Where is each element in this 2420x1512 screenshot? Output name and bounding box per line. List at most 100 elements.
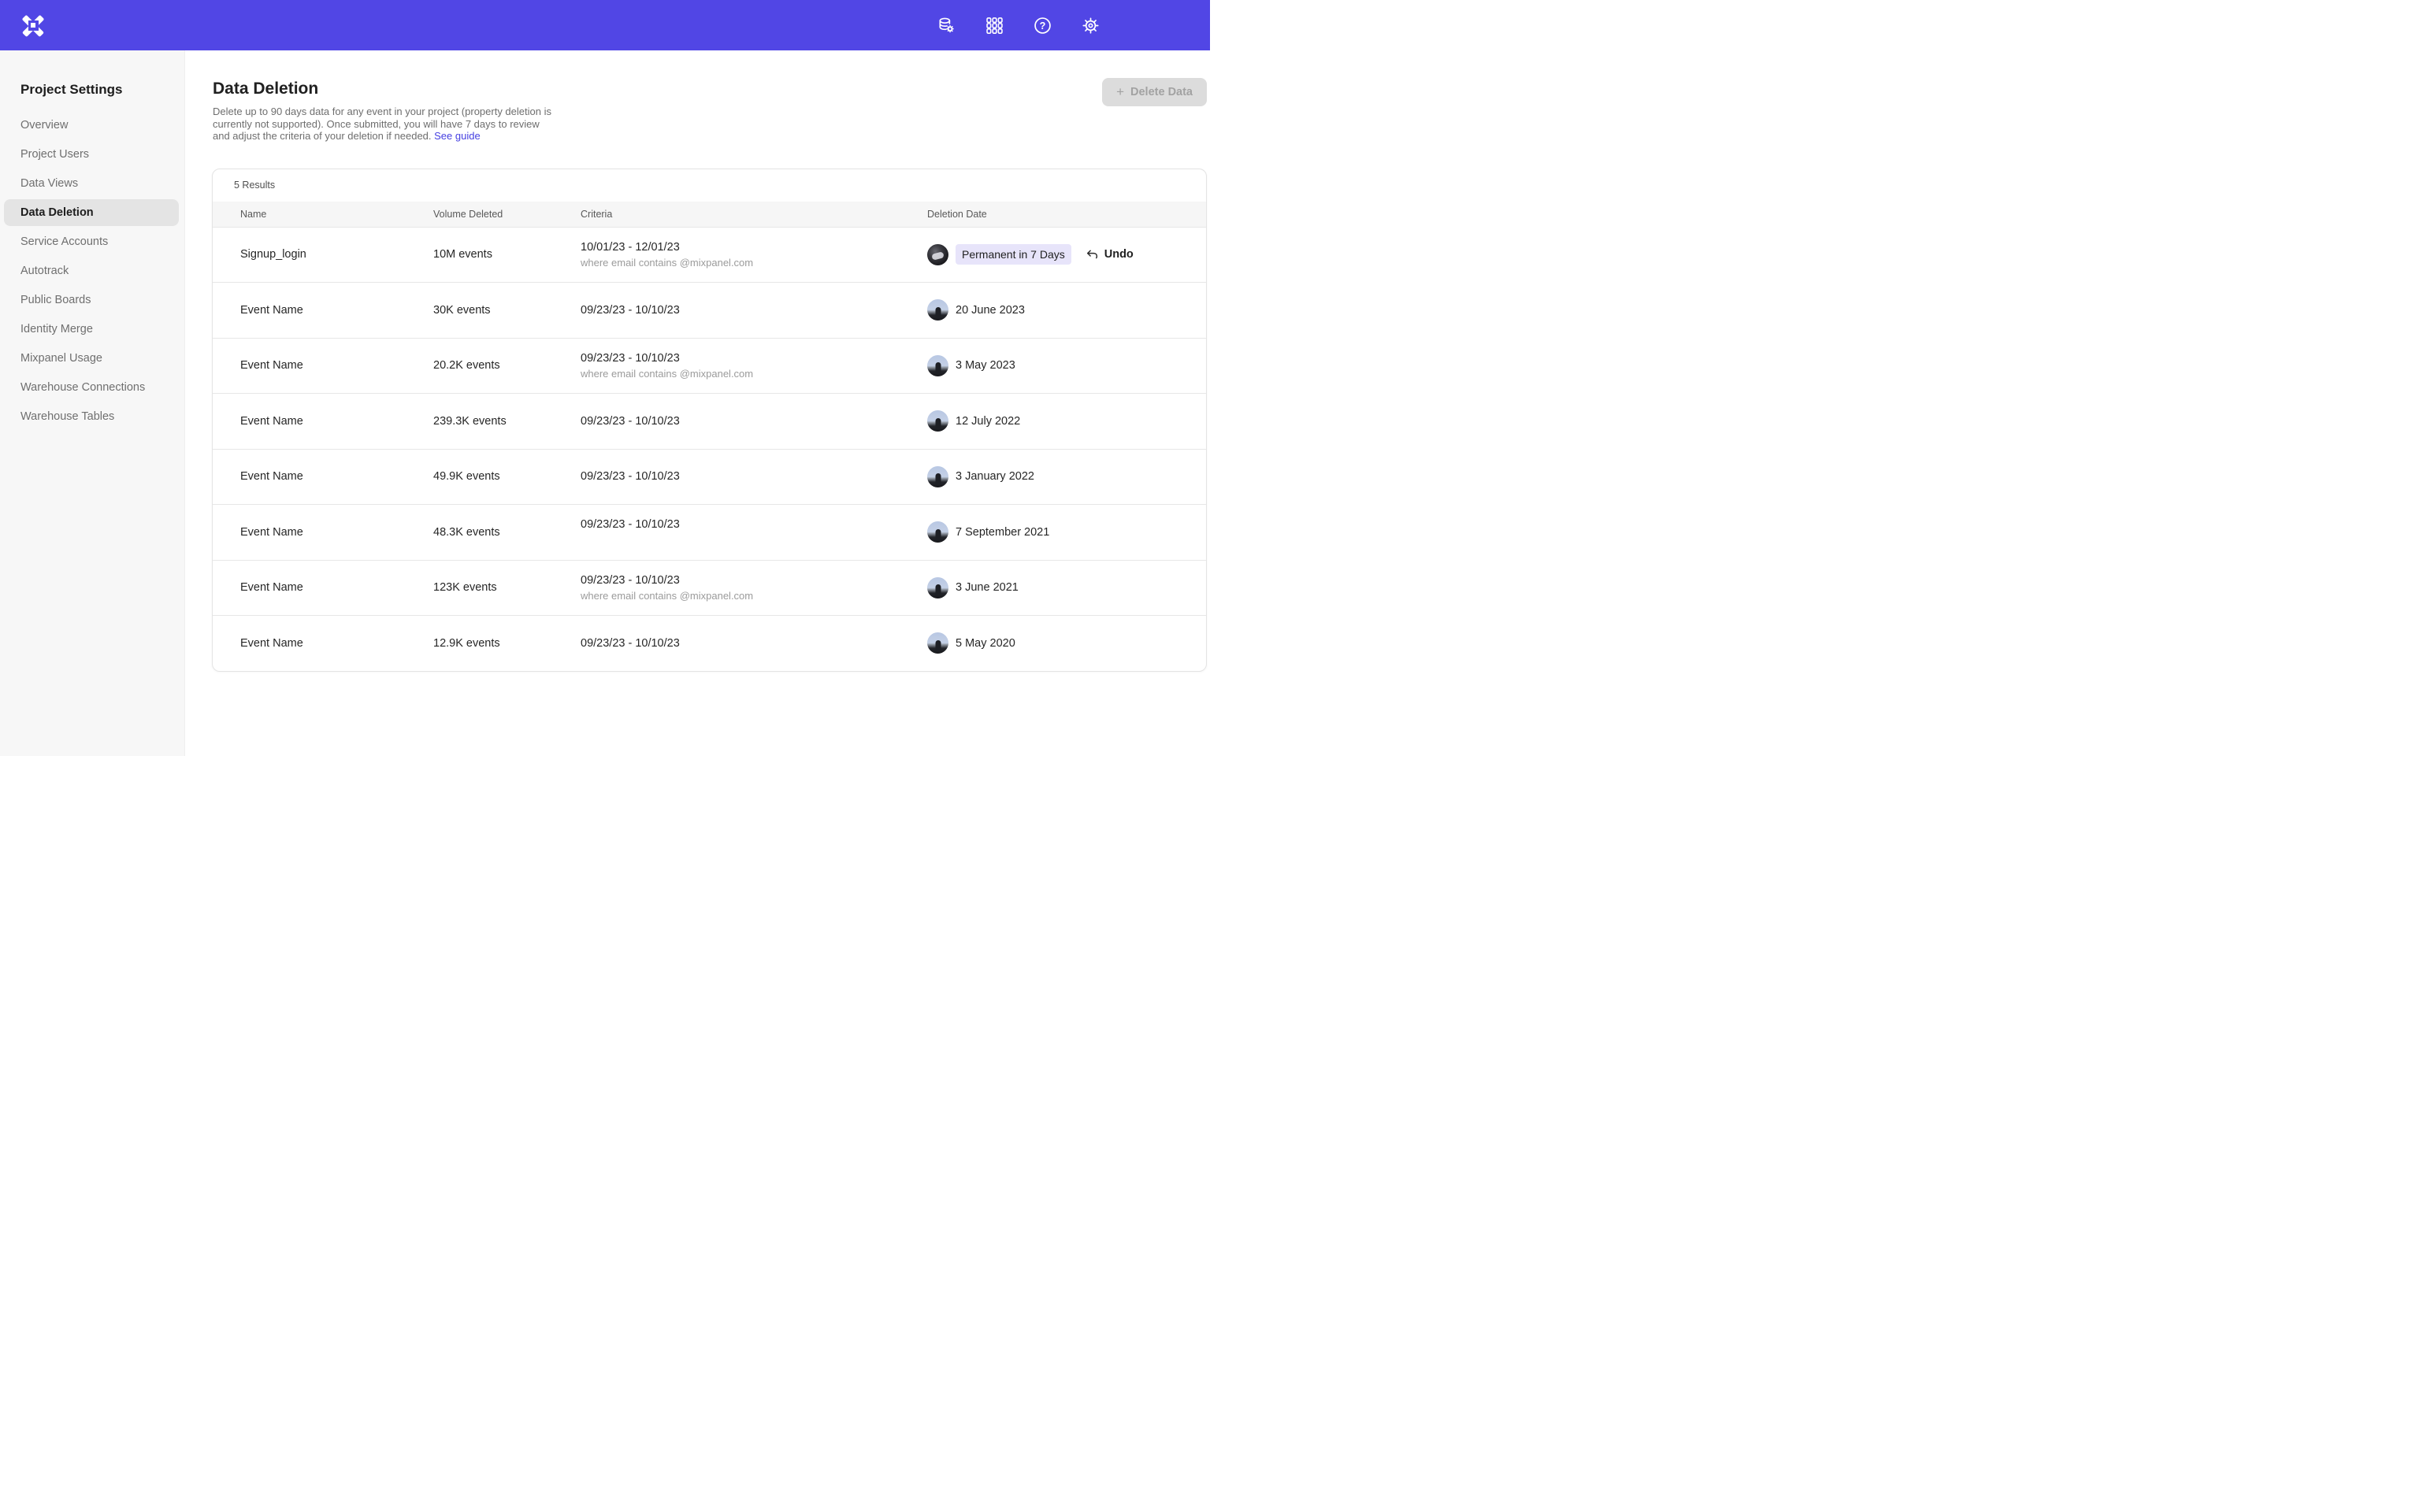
delete-data-button-label: Delete Data bbox=[1130, 86, 1193, 98]
apps-grid-icon bbox=[986, 17, 1003, 34]
deletion-date-text: 20 June 2023 bbox=[956, 304, 1025, 317]
criteria-date-range: 09/23/23 - 10/10/23 bbox=[581, 637, 927, 650]
deletion-date-text: 3 January 2022 bbox=[956, 470, 1034, 483]
sidebar-item-warehouse-connections[interactable]: Warehouse Connections bbox=[4, 374, 179, 401]
criteria-subtext bbox=[581, 534, 927, 546]
user-avatar bbox=[927, 521, 948, 543]
settings-button[interactable] bbox=[1077, 12, 1104, 39]
sidebar-item-autotrack[interactable]: Autotrack bbox=[4, 258, 179, 284]
top-nav-bar: ? bbox=[0, 0, 1210, 50]
settings-sidebar: Project Settings Overview Project Users … bbox=[0, 50, 185, 756]
sidebar-item-label: Overview bbox=[20, 119, 68, 132]
undo-label: Undo bbox=[1104, 248, 1134, 261]
sidebar-item-data-views[interactable]: Data Views bbox=[4, 170, 179, 197]
row-criteria: 09/23/23 - 10/10/23 where email contains… bbox=[581, 574, 927, 602]
settings-icon bbox=[1082, 17, 1100, 35]
row-volume-deleted: 239.3K events bbox=[433, 415, 581, 428]
top-nav-icons: ? bbox=[933, 12, 1104, 39]
row-event-name: Event Name bbox=[240, 581, 433, 594]
table-row: Signup_login 10M events 10/01/23 - 12/01… bbox=[213, 227, 1206, 283]
criteria-date-range: 09/23/23 - 10/10/23 bbox=[581, 415, 927, 428]
sidebar-item-warehouse-tables[interactable]: Warehouse Tables bbox=[4, 403, 179, 430]
criteria-date-range: 09/23/23 - 10/10/23 bbox=[581, 352, 927, 365]
deletion-date-text: 3 May 2023 bbox=[956, 359, 1015, 372]
data-settings-button[interactable] bbox=[933, 12, 959, 39]
row-event-name: Event Name bbox=[240, 304, 433, 317]
row-volume-deleted: 12.9K events bbox=[433, 637, 581, 650]
results-count: 5 Results bbox=[213, 169, 1206, 202]
row-deletion-date: 3 January 2022 bbox=[927, 466, 1206, 487]
table-header-row: Name Volume Deleted Criteria Deletion Da… bbox=[213, 202, 1206, 227]
apps-grid-button[interactable] bbox=[981, 12, 1008, 39]
sidebar-item-identity-merge[interactable]: Identity Merge bbox=[4, 316, 179, 343]
sidebar-item-label: Data Deletion bbox=[20, 206, 94, 219]
user-avatar bbox=[927, 632, 948, 654]
column-header-deletion-date: Deletion Date bbox=[927, 209, 1206, 220]
sidebar-title: Project Settings bbox=[20, 82, 184, 98]
row-volume-deleted: 123K events bbox=[433, 581, 581, 594]
sidebar-item-label: Identity Merge bbox=[20, 323, 93, 335]
svg-text:?: ? bbox=[1039, 20, 1045, 32]
row-event-name: Event Name bbox=[240, 526, 433, 539]
data-settings-icon bbox=[937, 17, 955, 34]
sidebar-item-label: Mixpanel Usage bbox=[20, 352, 102, 365]
criteria-date-range: 09/23/23 - 10/10/23 bbox=[581, 304, 927, 317]
sidebar-item-mixpanel-usage[interactable]: Mixpanel Usage bbox=[4, 345, 179, 372]
sidebar-item-overview[interactable]: Overview bbox=[4, 112, 179, 139]
main-content: Data Deletion Delete up to 90 days data … bbox=[185, 50, 1212, 756]
sidebar-nav: Overview Project Users Data Views Data D… bbox=[0, 112, 184, 430]
table-row: Event Name 20.2K events 09/23/23 - 10/10… bbox=[213, 338, 1206, 394]
deletion-status: Permanent in 7 Days Undo bbox=[956, 244, 1134, 265]
sidebar-item-project-users[interactable]: Project Users bbox=[4, 141, 179, 168]
table-row: Event Name 30K events 09/23/23 - 10/10/2… bbox=[213, 282, 1206, 338]
plus-icon: + bbox=[1116, 87, 1124, 98]
delete-data-button[interactable]: + Delete Data bbox=[1102, 78, 1207, 106]
deletion-date-text: 3 June 2021 bbox=[956, 581, 1019, 594]
row-criteria: 09/23/23 - 10/10/23 bbox=[581, 415, 927, 428]
row-event-name: Event Name bbox=[240, 359, 433, 372]
row-volume-deleted: 10M events bbox=[433, 248, 581, 261]
row-criteria: 09/23/23 - 10/10/23 where email contains… bbox=[581, 352, 927, 380]
row-criteria: 09/23/23 - 10/10/23 bbox=[581, 637, 927, 650]
row-deletion-date: 7 September 2021 bbox=[927, 521, 1206, 543]
criteria-date-range: 09/23/23 - 10/10/23 bbox=[581, 470, 927, 483]
table-body: Signup_login 10M events 10/01/23 - 12/01… bbox=[213, 227, 1206, 671]
content-header: Data Deletion Delete up to 90 days data … bbox=[212, 80, 1207, 143]
column-header-name: Name bbox=[240, 209, 433, 220]
page-heading-block: Data Deletion Delete up to 90 days data … bbox=[212, 80, 559, 143]
sidebar-item-label: Public Boards bbox=[20, 294, 91, 306]
sidebar-item-service-accounts[interactable]: Service Accounts bbox=[4, 228, 179, 255]
criteria-date-range: 09/23/23 - 10/10/23 bbox=[581, 518, 927, 531]
row-event-name: Event Name bbox=[240, 415, 433, 428]
page-title: Data Deletion bbox=[213, 80, 559, 98]
table-row: Event Name 48.3K events 09/23/23 - 10/10… bbox=[213, 504, 1206, 560]
criteria-subtext: where email contains @mixpanel.com bbox=[581, 590, 927, 602]
undo-button[interactable]: Undo bbox=[1086, 248, 1134, 261]
page-description: Delete up to 90 days data for any event … bbox=[213, 106, 559, 143]
row-criteria: 09/23/23 - 10/10/23 bbox=[581, 304, 927, 317]
row-volume-deleted: 30K events bbox=[433, 304, 581, 317]
mixpanel-logo[interactable] bbox=[22, 14, 44, 36]
user-avatar bbox=[927, 577, 948, 598]
sidebar-item-label: Data Views bbox=[20, 177, 78, 190]
column-header-volume: Volume Deleted bbox=[433, 209, 581, 220]
row-criteria: 10/01/23 - 12/01/23 where email contains… bbox=[581, 241, 927, 269]
row-criteria: 09/23/23 - 10/10/23 bbox=[581, 470, 927, 483]
sidebar-item-public-boards[interactable]: Public Boards bbox=[4, 287, 179, 313]
table-row: Event Name 239.3K events 09/23/23 - 10/1… bbox=[213, 393, 1206, 449]
row-criteria: 09/23/23 - 10/10/23 bbox=[581, 518, 927, 546]
row-volume-deleted: 49.9K events bbox=[433, 470, 581, 483]
sidebar-item-data-deletion[interactable]: Data Deletion bbox=[4, 199, 179, 226]
user-avatar bbox=[927, 410, 948, 432]
help-button[interactable]: ? bbox=[1029, 12, 1056, 39]
table-row: Event Name 123K events 09/23/23 - 10/10/… bbox=[213, 560, 1206, 616]
deletion-date-text: 5 May 2020 bbox=[956, 637, 1015, 650]
sidebar-item-label: Project Users bbox=[20, 148, 89, 161]
user-avatar bbox=[927, 299, 948, 321]
criteria-date-range: 09/23/23 - 10/10/23 bbox=[581, 574, 927, 587]
row-event-name: Event Name bbox=[240, 470, 433, 483]
see-guide-link[interactable]: See guide bbox=[434, 130, 481, 142]
sidebar-item-label: Warehouse Connections bbox=[20, 381, 145, 394]
criteria-subtext: where email contains @mixpanel.com bbox=[581, 257, 927, 269]
page-shell: Project Settings Overview Project Users … bbox=[0, 50, 1210, 756]
